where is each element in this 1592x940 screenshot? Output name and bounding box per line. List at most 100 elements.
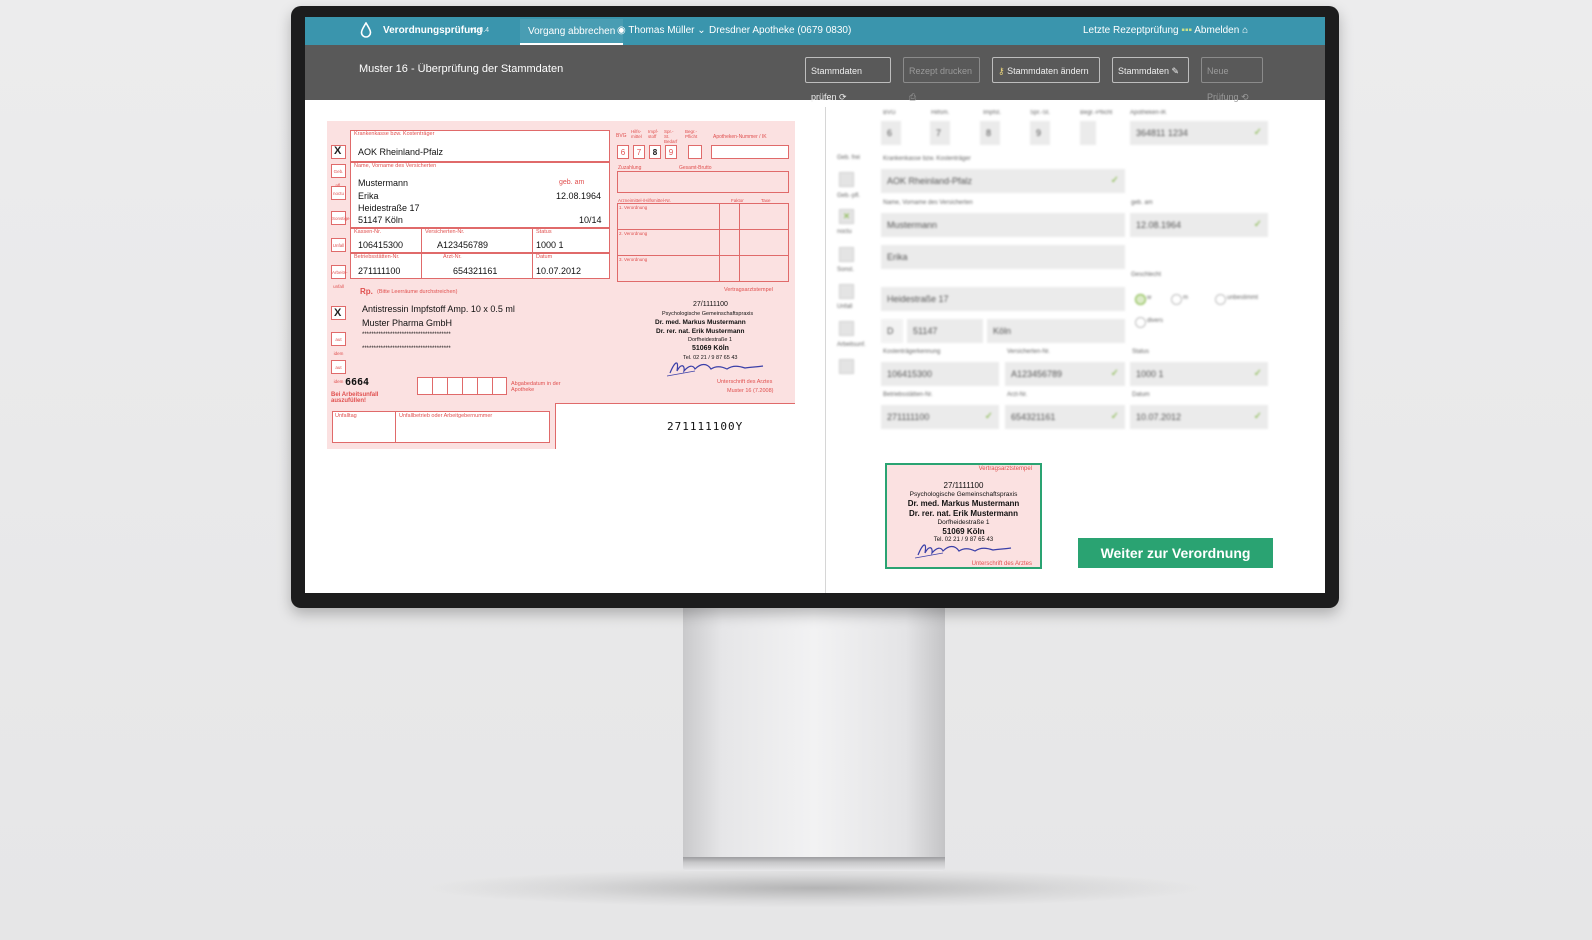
key-icon: ⚷: [998, 66, 1005, 76]
drop-logo-icon: [360, 22, 372, 38]
checkbox-aut-idem-2[interactable]: aut idem: [331, 332, 346, 356]
nachname-field[interactable]: Mustermann: [881, 213, 1125, 237]
side-label: Unfall: [837, 304, 853, 310]
begr-label: Begr.-Pflicht: [685, 129, 698, 139]
spr-field[interactable]: 9: [1030, 121, 1050, 145]
ort-field[interactable]: Köln: [987, 319, 1125, 343]
status-field[interactable]: 1000 1 ✓: [1130, 362, 1268, 386]
button-label: Neue Prüfung: [1207, 66, 1239, 102]
field-value: A123456789: [1011, 369, 1063, 379]
nachname-value: Mustermann: [358, 178, 409, 188]
x-mark: X: [334, 145, 342, 157]
field-value: Heidestraße 17: [887, 294, 949, 304]
bvg-label: BVG: [616, 133, 627, 139]
radio-label: unbestimmt: [1227, 295, 1259, 301]
apotheken-nr-label: Apotheken-Nummer / IK: [713, 134, 767, 140]
radio-label: divers: [1147, 318, 1164, 324]
spr-label: Spr.-St. Bedarf: [664, 129, 678, 144]
user-name: Thomas Müller: [628, 25, 695, 36]
logout-link[interactable]: Abmelden: [1194, 25, 1239, 36]
bvg-field[interactable]: 6: [881, 121, 901, 145]
kassen-nr-field[interactable]: 106415300: [881, 362, 999, 386]
checkbox-arbeitsunfall[interactable]: Arbeits-unfall: [331, 265, 348, 289]
app-topbar: Verordnungsprüfung v1.0.4 Vorgang abbrec…: [305, 17, 1325, 45]
divider: [532, 253, 533, 279]
home-icon[interactable]: ⌂: [1239, 25, 1248, 36]
neue-pruefung-button[interactable]: Neue Prüfung ⟲: [1201, 57, 1263, 102]
monitor-stand-base: [683, 857, 945, 871]
radio-weiblich[interactable]: [1135, 294, 1146, 305]
stammdaten-button[interactable]: Stammdaten ✎: [1112, 57, 1189, 83]
field-label: Geschlecht: [1131, 272, 1162, 278]
datum-field[interactable]: 10.07.2012 ✓: [1130, 405, 1268, 429]
checkbox-geb-pfl[interactable]: Geb. pfl.: [331, 164, 346, 188]
checkbox-noctu[interactable]: [839, 247, 854, 262]
unfalltag-label: Unfalltag: [335, 413, 357, 419]
barcode-number: 271111100Y: [667, 420, 744, 433]
tab-vorgang-abbrechen[interactable]: Vorgang abbrechen: [520, 19, 624, 45]
checkbox-unfall[interactable]: [839, 321, 854, 336]
field-label: Status: [1132, 349, 1150, 355]
muster-label: Muster 16 (7.2008): [727, 388, 774, 394]
stamp-header: Vertragsarztstempel: [978, 466, 1032, 472]
status-label: Status: [536, 229, 552, 235]
impfstoff-field[interactable]: 8: [980, 121, 1000, 145]
checkbox-unfall[interactable]: Unfall: [331, 238, 346, 252]
radio-divers[interactable]: [1135, 317, 1146, 328]
digit-box-begr: [688, 145, 702, 159]
field-label: Spr.-St.: [1030, 110, 1051, 116]
unfallbetrieb-label: Unfallbetrieb oder Arbeitgebernummer: [399, 413, 493, 419]
side-label: Arbeitsunf.: [837, 342, 866, 348]
button-label: Stammdaten prüfen: [811, 66, 863, 102]
zuzahlung-grid: [617, 171, 789, 193]
checkbox-geb-pfl[interactable]: ✕: [839, 209, 854, 224]
stammdaten-aendern-button[interactable]: ⚷ Stammdaten ändern: [992, 57, 1100, 83]
field-value: 1000 1: [1136, 369, 1164, 379]
geburtsdatum-value: 12.08.1964: [556, 191, 602, 201]
vorname-value: Erika: [358, 191, 379, 201]
bsnr-field[interactable]: 271111100 ✓: [881, 405, 999, 429]
strasse-field[interactable]: Heidestraße 17: [881, 287, 1125, 311]
last-check-info: Letzte Rezeptprüfung ▪▪▪ Abmelden ⌂: [1083, 25, 1248, 36]
rezept-drucken-button[interactable]: Rezept drucken ⎙: [903, 57, 980, 102]
screen: Verordnungsprüfung v1.0.4 Vorgang abbrec…: [305, 17, 1325, 593]
begr-field[interactable]: [1080, 121, 1096, 145]
checkbox-geb-frei[interactable]: [839, 172, 854, 187]
weiter-zur-verordnung-button[interactable]: Weiter zur Verordnung: [1078, 538, 1273, 568]
plz-field[interactable]: 51147: [907, 319, 983, 343]
radio-unbestimmt[interactable]: [1215, 294, 1226, 305]
stempel-arzt1: Dr. med. Markus Mustermann: [655, 319, 746, 326]
check-icon: ✓: [1110, 368, 1119, 379]
geburtsdatum-field[interactable]: 12.08.1964 ✓: [1130, 213, 1268, 237]
name-label: Name, Vorname des Versicherten: [354, 163, 437, 169]
strasse-value: Heidestraße 17: [358, 203, 420, 213]
stand-shadow: [420, 868, 1210, 908]
radio-maennlich[interactable]: [1171, 294, 1182, 305]
user-menu[interactable]: ◉ Thomas Müller ⌄: [617, 25, 706, 36]
checkbox-noctu[interactable]: noctu: [331, 186, 346, 200]
apotheken-ik-field[interactable]: 364811 1234 ✓: [1130, 121, 1268, 145]
checkbox-aut-idem-3[interactable]: aut idem: [331, 360, 346, 384]
land-field[interactable]: D: [881, 319, 903, 343]
handwritten-number: 6664: [345, 377, 370, 388]
side-label: Geb. frei: [837, 155, 861, 161]
field-value: 51147: [913, 326, 938, 336]
kasse-field[interactable]: AOK Rheinland-Pfalz ✓: [881, 169, 1125, 193]
vorname-field[interactable]: Erika: [881, 245, 1125, 269]
digit-box-bvg: 6: [617, 145, 629, 159]
stammdaten-pruefen-button[interactable]: Stammdaten prüfen ⟳: [805, 57, 891, 102]
hilfsmittel-label: Hilfs-mittel: [631, 129, 642, 139]
checkbox-label: aut idem: [333, 365, 344, 384]
hilfsmittel-field[interactable]: 7: [930, 121, 950, 145]
versicherten-nr-field[interactable]: A123456789 ✓: [1005, 362, 1125, 386]
checkbox-sonstige[interactable]: [839, 284, 854, 299]
digit: 8: [652, 148, 658, 157]
abgabedatum-label: Abgabedatum in der Apotheke: [511, 381, 561, 393]
checkbox-arbeitsunfall[interactable]: [839, 359, 854, 374]
field-label: Hilfsm.: [931, 110, 950, 116]
status-value: 1000 1: [536, 240, 564, 250]
page-header: Muster 16 - Überprüfung der Stammdaten S…: [305, 45, 1325, 102]
signature-image: [667, 362, 764, 377]
checkbox-sonstige[interactable]: Sonstige: [331, 211, 350, 225]
arzt-nr-field[interactable]: 654321161 ✓: [1005, 405, 1125, 429]
